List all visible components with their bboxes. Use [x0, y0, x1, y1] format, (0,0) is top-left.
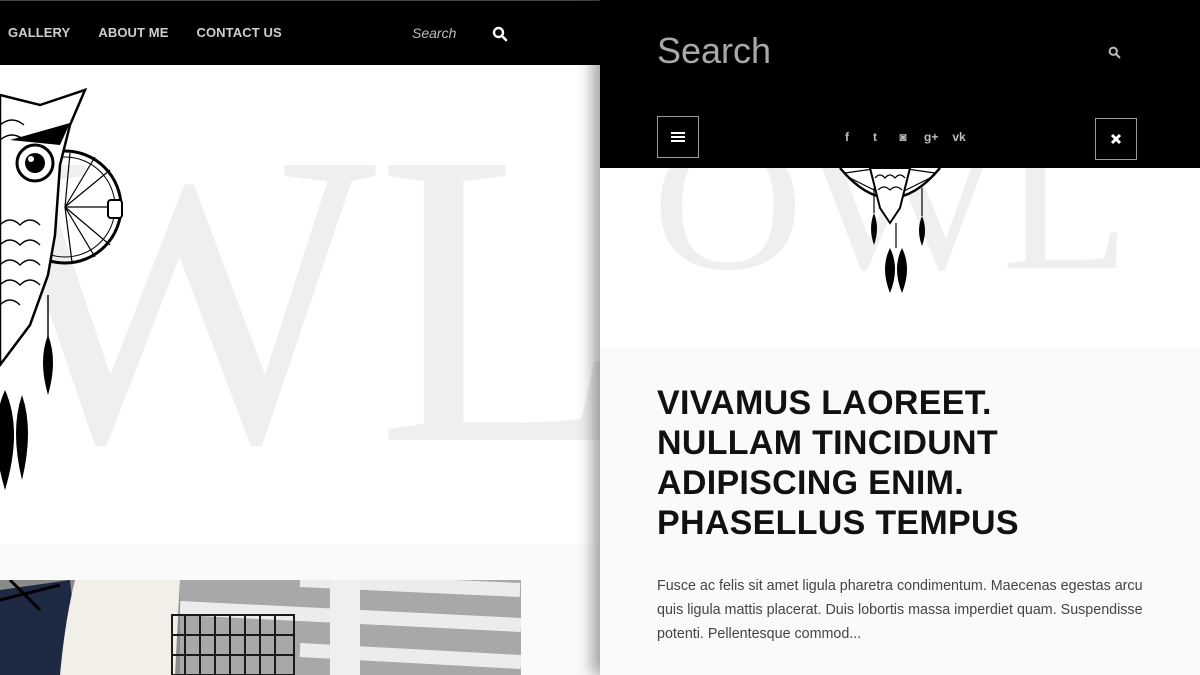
hero-banner: OWL	[600, 168, 1200, 348]
main-menu: GALLERY ABOUT ME CONTACT US	[8, 25, 282, 40]
search-input[interactable]: Search	[657, 30, 771, 72]
vk-icon[interactable]: vk	[952, 130, 966, 144]
owl-dreamcatcher-illustration	[839, 168, 941, 293]
search-overlay: Search	[600, 0, 1200, 100]
close-button[interactable]	[1095, 118, 1137, 160]
menu-item-gallery[interactable]: GALLERY	[8, 25, 70, 40]
article-card: VIVAMUS LAOREET. NULLAM TINCIDUNT ADIPIS…	[600, 348, 1200, 675]
instagram-icon[interactable]: ◙	[896, 130, 910, 144]
top-navigation: GALLERY ABOUT ME CONTACT US Search	[0, 0, 600, 65]
google-plus-icon[interactable]: g+	[924, 130, 938, 144]
menu-item-about-me[interactable]: ABOUT ME	[98, 25, 168, 40]
article-title[interactable]: VIVAMUS LAOREET. NULLAM TINCIDUNT ADIPIS…	[657, 383, 1157, 543]
page: GALLERY ABOUT ME CONTACT US Search WL Se…	[0, 0, 1200, 675]
search-icon[interactable]	[1108, 46, 1121, 59]
social-links: f t ◙ g+ vk	[840, 130, 966, 144]
facebook-icon[interactable]: f	[840, 130, 854, 144]
article-excerpt: Fusce ac felis sit amet ligula pharetra …	[657, 578, 1143, 642]
search-icon[interactable]	[492, 26, 508, 42]
menu-item-contact-us[interactable]: CONTACT US	[196, 25, 281, 40]
owl-dreamcatcher-illustration	[0, 87, 123, 490]
article-title-line: PHASELLUS TEMPUS	[657, 504, 1019, 542]
article-title-line: VIVAMUS LAOREET.	[657, 384, 992, 422]
mobile-view: Search f t ◙ g+ vk OWL VIVAMUS LAOREET. …	[600, 0, 1200, 675]
article-title-line: NULLAM TINCIDUNT	[657, 424, 998, 462]
desktop-view: GALLERY ABOUT ME CONTACT US Search WL	[0, 0, 600, 675]
menu-toggle-button[interactable]	[657, 116, 699, 158]
featured-photo[interactable]	[0, 580, 521, 675]
search-input[interactable]: Search	[412, 25, 456, 41]
mobile-header: f t ◙ g+ vk	[600, 100, 1200, 168]
twitter-icon[interactable]: t	[868, 130, 882, 144]
article-title-line: ADIPISCING ENIM.	[657, 464, 965, 502]
hero-banner: WL	[0, 65, 600, 545]
bicycle-photo	[0, 580, 521, 675]
hamburger-icon	[671, 132, 685, 142]
close-icon	[1110, 133, 1122, 145]
